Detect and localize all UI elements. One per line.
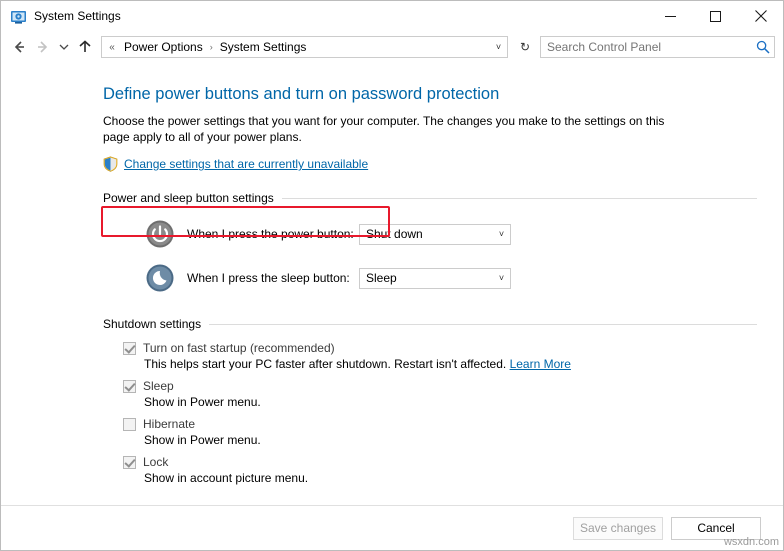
change-settings-link[interactable]: Change settings that are currently unava… [124, 157, 368, 171]
chevron-down-icon[interactable]: ˅ [490, 37, 507, 57]
hibernate-label: Hibernate [143, 417, 196, 431]
power-button-row: When I press the power button: Shut down… [145, 219, 759, 249]
breadcrumb-system-settings[interactable]: System Settings [218, 40, 309, 54]
lock-row[interactable]: Lock [123, 455, 759, 469]
section-label: Shutdown settings [103, 317, 202, 331]
window-title: System Settings [34, 9, 121, 23]
section-label: Power and sleep button settings [103, 191, 274, 205]
maximize-button[interactable] [693, 1, 738, 31]
sleep-row[interactable]: Sleep [123, 379, 759, 393]
refresh-icon[interactable]: ↻ [514, 36, 536, 58]
sleep-button-select[interactable]: Sleep ˅ [359, 267, 511, 289]
fast-startup-row[interactable]: Turn on fast startup (recommended) [123, 341, 759, 355]
system-settings-icon [10, 8, 27, 25]
sleep-button-value: Sleep [366, 271, 397, 285]
main-content: Define power buttons and turn on passwor… [1, 63, 783, 505]
power-button-select[interactable]: Shut down ˅ [359, 223, 511, 245]
section-power-sleep-buttons: Power and sleep button settings [103, 191, 759, 205]
search-box[interactable] [540, 36, 775, 58]
footer-buttons: Save changes Cancel [1, 505, 783, 550]
forward-button[interactable] [31, 35, 55, 59]
search-input[interactable] [541, 39, 752, 55]
power-button-value: Shut down [366, 227, 423, 241]
chevron-down-icon[interactable]: ˅ [493, 273, 510, 283]
change-settings-row[interactable]: Change settings that are currently unava… [103, 156, 368, 172]
sleep-description: Show in Power menu. [144, 395, 261, 409]
power-button-icon [145, 219, 175, 249]
power-button-label: When I press the power button: [187, 227, 354, 241]
minimize-button[interactable] [648, 1, 693, 31]
sleep-button-label: When I press the sleep button: [187, 271, 350, 285]
address-input[interactable]: « Power Options › System Settings ˅ [101, 36, 508, 58]
section-divider [209, 323, 757, 325]
sleep-checkbox[interactable] [123, 380, 136, 393]
chevron-down-icon[interactable]: ˅ [493, 229, 510, 239]
lock-label: Lock [143, 455, 169, 469]
back-button[interactable] [7, 35, 31, 59]
sleep-button-icon [145, 263, 175, 293]
up-button[interactable] [73, 35, 97, 59]
window-buttons [648, 1, 783, 31]
section-divider [281, 197, 757, 199]
sleep-button-row: When I press the sleep button: Sleep ˅ [145, 263, 759, 293]
title-bar: System Settings [1, 1, 783, 31]
close-button[interactable] [738, 1, 783, 31]
fast-startup-sub-text: This helps start your PC faster after sh… [144, 357, 507, 371]
search-icon[interactable] [752, 40, 774, 54]
address-leading-chevrons[interactable]: « [102, 42, 122, 53]
page-title: Define power buttons and turn on passwor… [103, 85, 500, 103]
save-changes-button[interactable]: Save changes [573, 516, 663, 540]
fast-startup-description: This helps start your PC faster after sh… [144, 357, 759, 371]
watermark: wsxdn.com [723, 536, 779, 548]
section-shutdown-settings: Shutdown settings [103, 317, 759, 331]
hibernate-row[interactable]: Hibernate [123, 417, 759, 431]
hibernate-description: Show in Power menu. [144, 433, 261, 447]
page-description: Choose the power settings that you want … [103, 114, 665, 144]
hibernate-checkbox[interactable] [123, 418, 136, 431]
lock-description: Show in account picture menu. [144, 471, 309, 485]
fast-startup-label: Turn on fast startup (recommended) [143, 341, 335, 355]
learn-more-link[interactable]: Learn More [510, 357, 571, 371]
fast-startup-checkbox[interactable] [123, 342, 136, 355]
system-settings-window: System Settings « Power Options › System… [0, 0, 784, 551]
shield-icon [103, 156, 118, 172]
breadcrumb-power-options[interactable]: Power Options [122, 40, 205, 54]
breadcrumb-separator: › [209, 42, 213, 52]
address-bar: « Power Options › System Settings ˅ ↻ [1, 31, 783, 63]
sleep-label: Sleep [143, 379, 174, 393]
lock-checkbox[interactable] [123, 456, 136, 469]
recent-locations-button[interactable] [55, 35, 73, 59]
